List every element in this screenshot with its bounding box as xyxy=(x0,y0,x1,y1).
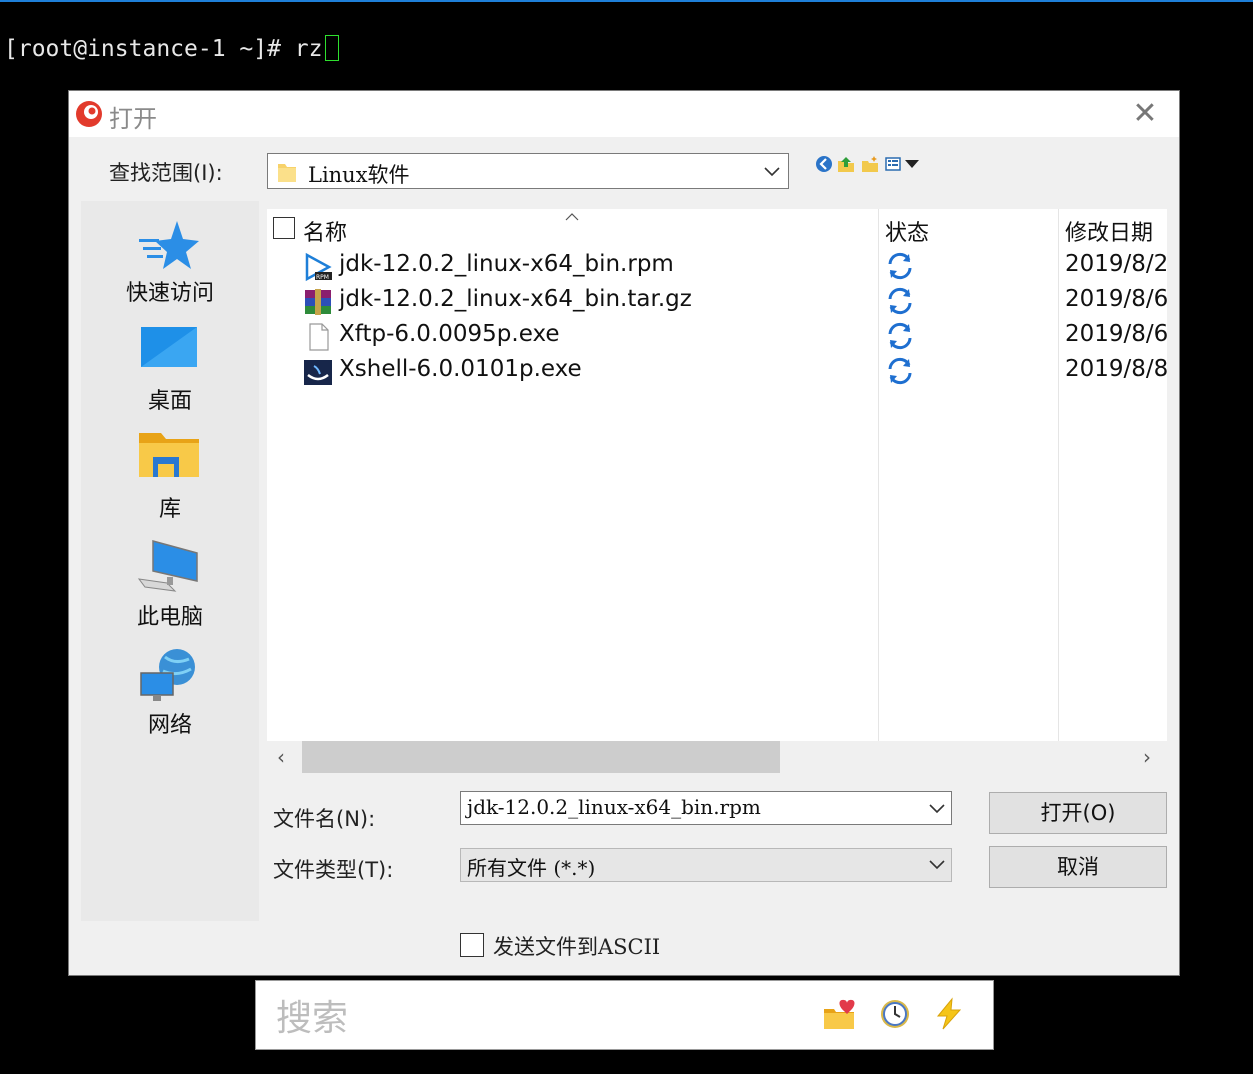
rpm-file-icon: RPM xyxy=(305,252,332,282)
view-menu-icon[interactable] xyxy=(885,155,921,173)
sync-status-icon xyxy=(888,252,912,280)
new-folder-icon[interactable] xyxy=(861,155,879,173)
xshell-app-icon xyxy=(76,101,102,127)
filetype-dropdown[interactable]: 所有文件 (*.*) xyxy=(460,848,952,882)
sync-status-icon xyxy=(888,322,912,350)
xshell-app-icon xyxy=(304,360,332,385)
dialog-title: 打开 xyxy=(109,105,157,133)
ascii-checkbox[interactable] xyxy=(460,933,484,957)
file-name: Xftp-6.0.0095p.exe xyxy=(339,321,560,347)
ascii-label: 发送文件到ASCII xyxy=(493,935,661,959)
this-pc-icon xyxy=(137,540,198,592)
file-name: jdk-12.0.2_linux-x64_bin.tar.gz xyxy=(339,286,692,312)
file-list: 名称 状态 修改日期 RPM jdk-12.0.2_linux-x64_bin.… xyxy=(267,209,1167,741)
sync-status-icon xyxy=(888,357,912,385)
file-row[interactable]: RPM jdk-12.0.2_linux-x64_bin.rpm 2019/8/… xyxy=(267,249,1167,284)
terminal-cursor xyxy=(324,35,339,61)
filename-value: jdk-12.0.2_linux-x64_bin.rpm xyxy=(467,795,761,819)
chevron-down-icon xyxy=(929,860,945,870)
place-this-pc[interactable]: 此电脑 xyxy=(81,539,259,639)
filetype-label: 文件类型(T): xyxy=(273,858,394,882)
search-placeholder: 搜索 xyxy=(276,998,349,1039)
close-button[interactable]: ✕ xyxy=(1127,97,1163,131)
place-label: 网络 xyxy=(147,713,192,738)
folder-icon xyxy=(278,164,296,182)
place-label: 此电脑 xyxy=(136,605,203,630)
sync-status-icon xyxy=(888,287,912,315)
network-icon xyxy=(140,649,195,701)
column-header-status[interactable]: 状态 xyxy=(885,215,929,247)
open-file-dialog: 打开 ✕ 查找范围(I): Linux软件 快速访问 桌面 库 此电脑 网络 名… xyxy=(68,90,1180,976)
place-label: 桌面 xyxy=(147,389,192,414)
scroll-right-icon[interactable]: › xyxy=(1143,745,1151,769)
look-in-value: Linux软件 xyxy=(308,163,410,187)
file-row[interactable]: Xshell-6.0.0101p.exe 2019/8/8 xyxy=(267,354,1167,389)
chevron-down-icon[interactable] xyxy=(929,804,945,814)
place-label: 快速访问 xyxy=(125,281,214,306)
svg-text:RPM: RPM xyxy=(316,274,329,281)
chevron-down-icon xyxy=(764,167,780,177)
up-folder-icon[interactable] xyxy=(837,155,855,173)
look-in-dropdown[interactable]: Linux软件 xyxy=(267,153,789,189)
top-accent-line xyxy=(0,0,1253,2)
file-row[interactable]: jdk-12.0.2_linux-x64_bin.tar.gz 2019/8/6 xyxy=(267,284,1167,319)
place-desktop[interactable]: 桌面 xyxy=(81,323,259,423)
quick-access-star-icon xyxy=(139,221,199,269)
place-quick-access[interactable]: 快速访问 xyxy=(81,215,259,315)
sort-ascending-icon xyxy=(565,213,579,221)
place-library[interactable]: 库 xyxy=(81,431,259,531)
select-all-checkbox[interactable] xyxy=(273,217,295,239)
winrar-archive-icon xyxy=(305,289,331,315)
filename-input[interactable]: jdk-12.0.2_linux-x64_bin.rpm xyxy=(460,791,952,825)
desktop-icon xyxy=(141,327,197,367)
file-date: 2019/8/2 xyxy=(1065,251,1167,277)
file-date: 2019/8/6 xyxy=(1065,286,1167,312)
file-date: 2019/8/8 xyxy=(1065,356,1167,382)
search-bar[interactable]: 搜索 xyxy=(255,980,994,1050)
library-folder-icon xyxy=(139,433,199,477)
terminal-prompt-text: [root@instance-1 ~]# rz xyxy=(4,36,323,62)
place-label: 库 xyxy=(158,497,181,522)
blank-file-icon xyxy=(309,323,329,351)
open-button[interactable]: 打开(O) xyxy=(989,792,1167,834)
file-date: 2019/8/6 xyxy=(1065,321,1167,347)
dialog-titlebar: 打开 ✕ xyxy=(69,91,1179,137)
back-icon[interactable] xyxy=(815,155,833,173)
cancel-button[interactable]: 取消 xyxy=(989,846,1167,888)
file-name: Xshell-6.0.0101p.exe xyxy=(339,356,582,382)
horizontal-scrollbar[interactable]: ‹ › xyxy=(267,741,1167,773)
places-bar: 快速访问 桌面 库 此电脑 网络 xyxy=(81,201,259,921)
column-header-modified[interactable]: 修改日期 xyxy=(1065,215,1153,247)
terminal-prompt: [root@instance-1 ~]# rz xyxy=(4,34,339,64)
history-clock-icon[interactable] xyxy=(878,997,912,1031)
scrollbar-thumb[interactable] xyxy=(302,741,780,773)
filetype-value: 所有文件 (*.*) xyxy=(467,856,596,880)
filename-label: 文件名(N): xyxy=(273,807,376,831)
file-row[interactable]: Xftp-6.0.0095p.exe 2019/8/6 xyxy=(267,319,1167,354)
look-in-label: 查找范围(I): xyxy=(109,161,223,185)
favorites-folder-heart-icon[interactable] xyxy=(822,997,856,1031)
scroll-left-icon[interactable]: ‹ xyxy=(277,745,285,769)
place-network[interactable]: 网络 xyxy=(81,647,259,747)
file-name: jdk-12.0.2_linux-x64_bin.rpm xyxy=(339,251,674,277)
lightning-icon[interactable] xyxy=(932,997,966,1031)
column-header-name[interactable]: 名称 xyxy=(303,215,347,247)
